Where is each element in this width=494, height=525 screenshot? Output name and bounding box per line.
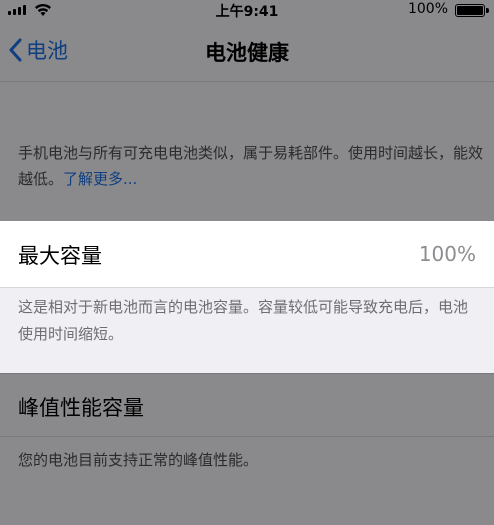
battery-fill [457,6,483,15]
learn-more-link[interactable]: 了解更多... [63,170,137,188]
battery-percentage: 100% [407,1,448,17]
maximum-capacity-value: 100% [418,242,476,266]
peak-performance-label: 峰值性能容量 [18,396,144,420]
navigation-bar: 电池 电池健康 [0,20,494,82]
maximum-capacity-footer: 这是相对于新电池而言的电池容量。容量较低可能导致充电后，电池使用时间缩短。 [0,287,494,373]
maximum-capacity-description: 这是相对于新电池而言的电池容量。容量较低可能导致充电后，电池使用时间缩短。 [18,298,469,343]
peak-performance-row: 峰值性能容量 [0,373,494,437]
maximum-capacity-row: 最大容量 100% [0,221,494,287]
page-title: 电池健康 [205,41,289,65]
status-bar: 上午9:41 100% [0,0,494,20]
battery-health-screen: 上午9:41 100% 电池 电池健康 手机电池与所有可充电电池类似，属于易耗部… [0,0,494,525]
battery-nub [486,8,489,13]
maximum-capacity-label: 最大容量 [18,244,102,268]
battery-info-text: 手机电池与所有可充电电池类似，属于易耗部件。使用时间越长，能效越低。了解更多..… [18,140,484,192]
battery-icon [455,4,489,17]
peak-performance-description: 您的电池目前支持正常的峰值性能。 [18,451,259,469]
